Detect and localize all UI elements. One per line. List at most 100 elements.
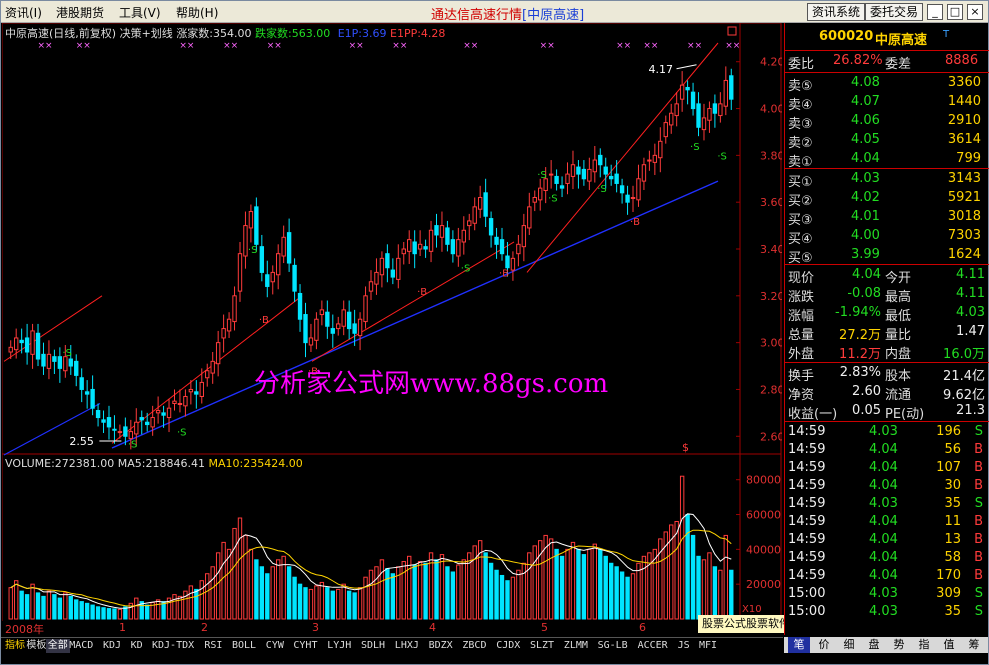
indicator-tab[interactable]: MFI (697, 639, 719, 653)
volume-bar (330, 590, 335, 620)
chart-corner-icon[interactable] (727, 26, 737, 36)
indicator-tab[interactable]: SLZT (528, 639, 556, 653)
candle-body (712, 103, 718, 114)
indicator-tab[interactable]: KDJ-TDX (150, 639, 196, 653)
indicator-tab[interactable]: CJDX (494, 639, 522, 653)
volume-bar (598, 548, 603, 620)
candle-body (619, 185, 625, 194)
stat-value: 1.47 (956, 324, 985, 339)
sell-volume: 3614 (947, 132, 981, 147)
stat-row: 涨幅 -1.94% 最低 4.03 (785, 305, 989, 324)
candle-body (385, 253, 390, 269)
indicator-tab[interactable]: RSI (202, 639, 224, 653)
volume-tick-label: 40000 (746, 543, 781, 556)
trade-order-button[interactable]: 委托交易 (865, 3, 924, 21)
buy-row[interactable]: 买① 4.03 3143 (785, 171, 989, 190)
candle-body (461, 229, 466, 243)
indicator-tab[interactable]: 模板 (24, 639, 48, 653)
signal-x-marker: ×× (179, 41, 194, 51)
indicator-tab[interactable]: BDZX (427, 639, 455, 653)
indicator-tab[interactable]: SG-LB (596, 639, 630, 653)
volume-bar (417, 561, 423, 620)
candle-body (24, 337, 30, 353)
indicator-tab[interactable]: CYW (264, 639, 286, 653)
panel-tab[interactable]: 细 (838, 637, 860, 653)
panel-tab[interactable]: 笔 (788, 637, 810, 653)
stat-label: 最低 (885, 309, 912, 324)
buy-price: 3.99 (851, 247, 880, 262)
stat-value: -0.08 (847, 286, 881, 301)
kline-chart-area[interactable]: 2.60 2.80 3.00 3.20 3.40 3.60 3.80 4.00 4.20 2000… (2, 23, 782, 635)
menu-hk-futures[interactable]: 港股期货 (56, 4, 104, 21)
sell-row[interactable]: 卖④ 4.07 1440 (785, 94, 989, 113)
buy-volume: 7303 (947, 228, 981, 243)
panel-tab[interactable]: 值 (938, 637, 960, 653)
indicator-tab[interactable]: SDLH (359, 639, 387, 653)
indicator-tab[interactable]: MACD (67, 639, 95, 653)
tick-price: 4.04 (869, 568, 898, 583)
candle-body (90, 388, 95, 409)
signal-x-marker: ×× (616, 41, 631, 51)
volume-bar (232, 527, 237, 620)
volume-bar (106, 608, 112, 620)
candle-body (145, 421, 150, 426)
separator (785, 168, 989, 169)
maximize-icon[interactable]: □ (947, 4, 963, 20)
candle-body (95, 410, 101, 419)
sell-level-label: 卖③ (788, 117, 813, 132)
candle-body (445, 227, 450, 245)
candle-body (41, 353, 46, 367)
buy-row[interactable]: 买② 4.02 5921 (785, 190, 989, 209)
sell-row[interactable]: 卖① 4.04 799 (785, 151, 989, 170)
buy-price: 4.03 (851, 171, 880, 186)
indicator-tab[interactable]: LHXJ (393, 639, 421, 653)
minimize-icon[interactable]: _ (927, 4, 943, 20)
menu-tools[interactable]: 工具(V) (119, 4, 161, 21)
indicator-tab[interactable]: ZLMM (562, 639, 590, 653)
indicator-tab[interactable]: BOLL (230, 639, 258, 653)
buy-row[interactable]: 买③ 4.01 3018 (785, 209, 989, 228)
panel-tab[interactable]: 势 (888, 637, 910, 653)
buy-row[interactable]: 买⑤ 3.99 1624 (785, 247, 989, 266)
panel-tab[interactable]: 筹 (963, 637, 985, 653)
indicator-tab[interactable]: JS (676, 639, 692, 653)
buy-row[interactable]: 买④ 4.00 7303 (785, 228, 989, 247)
menu-info[interactable]: 资讯(I) (5, 4, 42, 21)
close-icon[interactable]: × (967, 4, 983, 20)
indicator-tab[interactable]: ACCER (636, 639, 670, 653)
indicator-tab[interactable]: KDJ (101, 639, 123, 653)
volume-bar (41, 595, 46, 620)
indicator-tab[interactable]: LYJH (325, 639, 353, 653)
kline-chart[interactable]: 2.60 2.80 3.00 3.20 3.40 3.60 3.80 4.00 4.20 2000… (2, 23, 782, 635)
candle-body (352, 323, 357, 334)
panel-tab[interactable]: 价 (813, 637, 835, 653)
indicator-tab[interactable]: 指标 (3, 639, 27, 653)
sell-row[interactable]: 卖③ 4.06 2910 (785, 113, 989, 132)
tick-volume: 30 (944, 478, 961, 493)
indicator-tab[interactable]: KD (129, 639, 145, 653)
indicator-tab[interactable]: 全部 (45, 639, 70, 653)
panel-tab[interactable]: 指 (913, 637, 935, 653)
panel-tab[interactable]: 盘 (863, 637, 885, 653)
buy-signal-marker: ·B (417, 287, 427, 298)
indicator-tab[interactable]: ZBCD (460, 639, 488, 653)
volume-bar (145, 604, 150, 620)
tick-row: 14:59 4.03 196 S (785, 424, 989, 442)
menu-help[interactable]: 帮助(H) (176, 4, 218, 21)
candle-body (608, 175, 614, 180)
stock-code: 600020 (819, 29, 874, 44)
candle-body (117, 431, 123, 434)
info-system-button[interactable]: 资讯系统 (807, 3, 866, 21)
candle-body (30, 330, 35, 355)
sell-price: 4.04 (851, 151, 880, 166)
price-tick-label: 2.60 (760, 430, 782, 443)
candle-body (510, 257, 516, 271)
buy-level-label: 买④ (788, 232, 813, 247)
sell-row[interactable]: 卖② 4.05 3614 (785, 132, 989, 151)
volume-value: VOLUME:272381.00 (5, 457, 115, 470)
candle-body (35, 332, 41, 360)
candle-body (319, 309, 325, 316)
candle-body (581, 168, 587, 180)
sell-row[interactable]: 卖⑤ 4.08 3360 (785, 75, 989, 94)
indicator-tab[interactable]: CYHT (291, 639, 319, 653)
